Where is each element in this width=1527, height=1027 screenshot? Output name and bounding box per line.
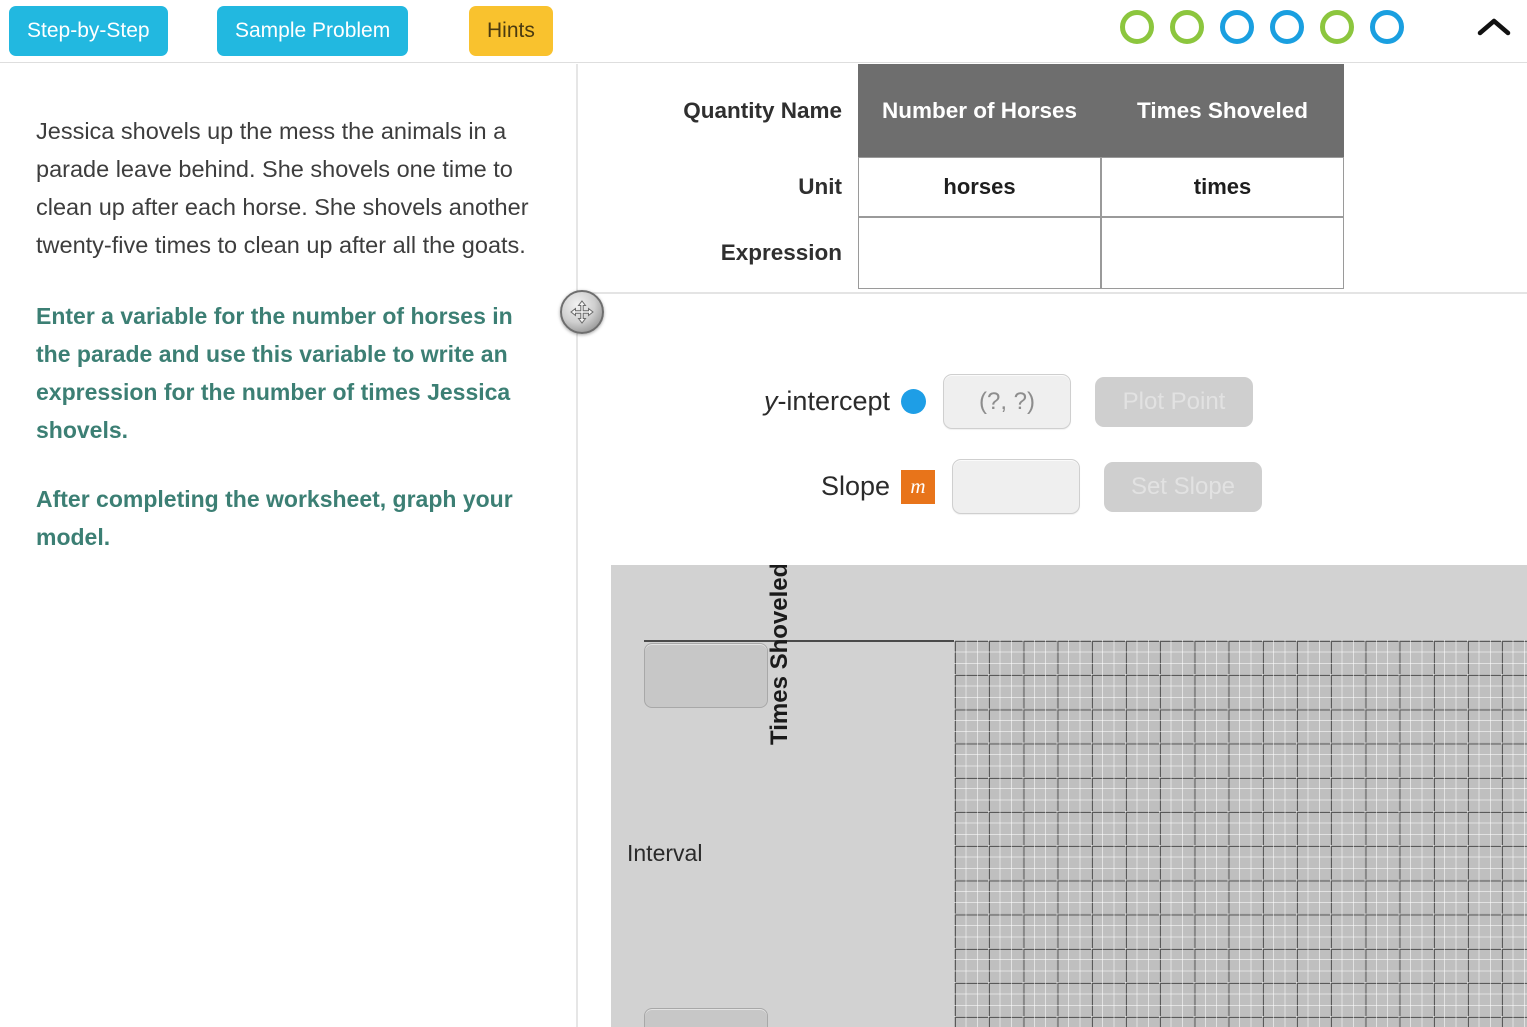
progress-dot-6[interactable] bbox=[1370, 10, 1404, 44]
progress-dot-2[interactable] bbox=[1170, 10, 1204, 44]
move-handle-icon[interactable] bbox=[560, 290, 604, 334]
y-axis-label: Times Shoveled bbox=[766, 565, 793, 745]
unit-cell-times: times bbox=[1101, 157, 1344, 217]
progress-dot-5[interactable] bbox=[1320, 10, 1354, 44]
worksheet-table-area: Quantity Name Number of Horses Times Sho… bbox=[580, 64, 1527, 294]
interval-input-top[interactable] bbox=[644, 643, 768, 708]
slope-label: Slope bbox=[820, 471, 890, 501]
slope-input[interactable] bbox=[952, 459, 1080, 514]
interval-input-bottom[interactable] bbox=[644, 1008, 768, 1027]
expression-input-horses[interactable] bbox=[858, 217, 1101, 289]
interval-label: Interval bbox=[627, 840, 703, 866]
y-intercept-input[interactable]: (?, ?) bbox=[943, 374, 1071, 429]
row-label-unit: Unit bbox=[798, 174, 842, 199]
header-cell-number-of-horses: Number of Horses bbox=[858, 64, 1101, 157]
problem-statement: Jessica shovels up the mess the animals … bbox=[36, 118, 529, 258]
expression-input-times[interactable] bbox=[1101, 217, 1344, 289]
tab-hints[interactable]: Hints bbox=[469, 6, 553, 56]
slope-variable-badge: m bbox=[901, 469, 935, 504]
progress-indicator bbox=[1120, 10, 1404, 44]
y-intercept-row: y-intercept (?, ?) Plot Point bbox=[726, 374, 1253, 429]
y-variable: y bbox=[763, 386, 778, 416]
blue-dot-icon bbox=[901, 389, 926, 414]
header-cell-times-shoveled: Times Shoveled bbox=[1101, 64, 1344, 157]
progress-dot-4[interactable] bbox=[1270, 10, 1304, 44]
table-row-unit: Unit horses times bbox=[580, 157, 1344, 217]
progress-dot-3[interactable] bbox=[1220, 10, 1254, 44]
chevron-up-icon[interactable] bbox=[1472, 12, 1516, 42]
instruction-secondary: After completing the worksheet, graph yo… bbox=[36, 486, 513, 550]
progress-dot-1[interactable] bbox=[1120, 10, 1154, 44]
instruction-primary: Enter a variable for the number of horse… bbox=[36, 303, 513, 443]
set-slope-button[interactable]: Set Slope bbox=[1104, 461, 1262, 512]
table-row-quantity-name: Quantity Name Number of Horses Times Sho… bbox=[580, 64, 1344, 157]
y-intercept-label-rest: -intercept bbox=[777, 386, 890, 416]
slope-row: Slope m Set Slope bbox=[719, 459, 1262, 514]
unit-cell-horses: horses bbox=[858, 157, 1101, 217]
plot-point-button[interactable]: Plot Point bbox=[1095, 376, 1253, 427]
coordinate-grid[interactable] bbox=[954, 640, 1527, 1027]
quantity-table: Quantity Name Number of Horses Times Sho… bbox=[580, 64, 1344, 289]
app-header: Step-by-Step Sample Problem Hints bbox=[0, 0, 1527, 63]
work-panel: Quantity Name Number of Horses Times Sho… bbox=[580, 64, 1527, 1027]
table-row-expression: Expression bbox=[580, 217, 1344, 289]
y-intercept-label: y-intercept bbox=[726, 386, 890, 417]
axis-top-rule bbox=[644, 640, 955, 642]
row-label-expression: Expression bbox=[720, 240, 842, 265]
row-label-quantity-name: Quantity Name bbox=[683, 97, 842, 123]
graph-area[interactable]: Interval Times Shoveled bbox=[611, 565, 1527, 1027]
tab-sample-problem[interactable]: Sample Problem bbox=[217, 6, 409, 56]
problem-panel: Jessica shovels up the mess the animals … bbox=[0, 64, 578, 1027]
tab-step-by-step[interactable]: Step-by-Step bbox=[9, 6, 168, 56]
